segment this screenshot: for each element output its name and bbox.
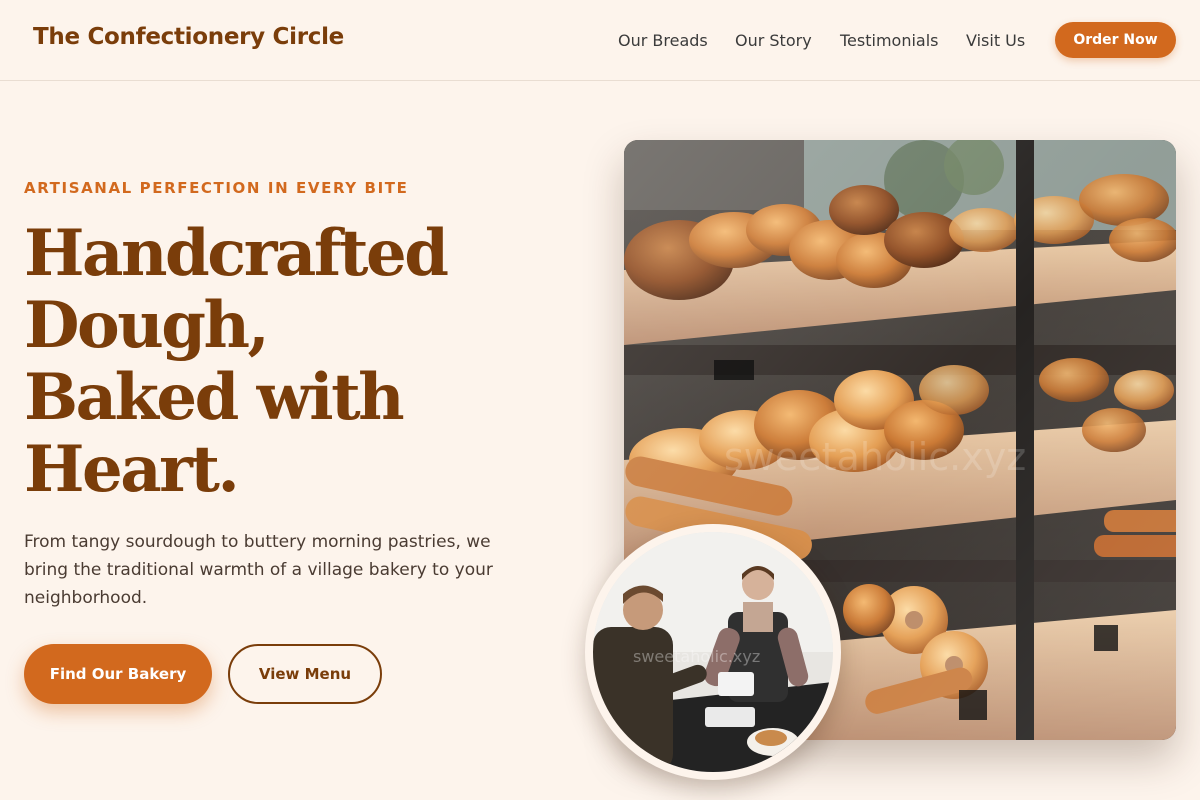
nav-link-our-story[interactable]: Our Story [735, 31, 812, 50]
hero-eyebrow: ARTISANAL PERFECTION IN EVERY BITE [24, 179, 409, 197]
hero-lead-text: From tangy sourdough to buttery morning … [24, 532, 493, 608]
nav-link-testimonials[interactable]: Testimonials [840, 31, 939, 50]
baker-customer-photo-frame: sweetaholic.xyz [585, 524, 841, 780]
headline-line: Baked with [24, 360, 405, 435]
order-now-button[interactable]: Order Now [1055, 22, 1176, 58]
photo-watermark: sweetaholic.xyz [724, 435, 1026, 479]
hero-headline: Handcrafted Dough, Baked with Heart. [24, 218, 584, 506]
top-navigation: The Confectionery Circle Our Breads Our … [0, 0, 1200, 81]
headline-line: Handcrafted [24, 216, 449, 291]
find-our-bakery-button[interactable]: Find Our Bakery [24, 644, 212, 704]
headline-line: Heart. [24, 432, 240, 507]
baker-customer-photo: sweetaholic.xyz [593, 532, 833, 772]
brand-logo-text[interactable]: The Confectionery Circle [33, 24, 344, 50]
inset-photo-watermark: sweetaholic.xyz [633, 647, 760, 666]
nav-link-our-breads[interactable]: Our Breads [618, 31, 708, 50]
nav-link-visit-us[interactable]: Visit Us [966, 31, 1025, 50]
view-menu-button[interactable]: View Menu [228, 644, 382, 704]
headline-line: Dough, [24, 288, 270, 363]
